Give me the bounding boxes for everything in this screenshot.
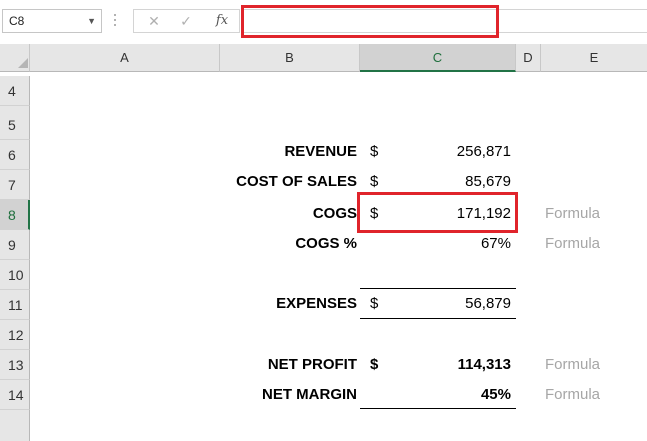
row-header-14[interactable]: 14 [0,380,30,410]
cell-c13-currency[interactable]: $ [370,350,378,380]
cell-border-bottom-c14 [360,408,516,409]
cell-c14-net-margin-value[interactable]: 45% [481,380,511,410]
row-header-11[interactable]: 11 [0,290,30,320]
row-header-9[interactable]: 9 [0,230,30,260]
cell-border-bottom-c11 [360,318,516,319]
cell-c13-net-profit-value[interactable]: 114,313 [458,350,511,380]
row-header-4[interactable]: 4 [0,76,30,106]
column-header-c[interactable]: C [360,44,516,72]
cell-b8-cogs-label[interactable]: COGS [313,199,357,229]
cell-b6-revenue-label[interactable]: REVENUE [284,137,357,167]
select-all-icon [18,58,28,68]
row-header-10[interactable]: 10 [0,260,30,290]
insert-function-icon[interactable]: fx [210,11,234,31]
name-box[interactable]: C8 ▼ [2,9,102,33]
cell-e8-note[interactable]: Formula [545,199,600,229]
row-header-12[interactable]: 12 [0,320,30,350]
formula-buttons: ✕ ✓ fx [133,9,240,33]
cell-b11-expenses-label[interactable]: EXPENSES [276,289,357,319]
column-header-e[interactable]: E [541,44,647,72]
cell-e14-note[interactable]: Formula [545,380,600,410]
formula-bar: C8 ▼ ✕ ✓ fx [0,0,647,44]
formula-bar-grip[interactable] [113,14,117,28]
column-header-d[interactable]: D [516,44,541,72]
chevron-down-icon[interactable]: ▼ [87,10,96,32]
cell-c11-expenses-value[interactable]: 56,879 [465,289,511,319]
column-header-b[interactable]: B [220,44,360,72]
cell-e9-note[interactable]: Formula [545,229,600,259]
row-header-15[interactable] [0,410,30,441]
cell-b7-cost-of-sales-label[interactable]: COST OF SALES [236,167,357,197]
row-header-6[interactable]: 6 [0,140,30,170]
selected-cell-highlight [357,192,518,233]
cell-b9-cogs-pct-label[interactable]: COGS % [295,229,357,259]
cell-e13-note[interactable]: Formula [545,350,600,380]
cell-b13-net-profit-label[interactable]: NET PROFIT [268,350,357,380]
cell-b14-net-margin-label[interactable]: NET MARGIN [262,380,357,410]
row-header-8[interactable]: 8 [0,200,30,230]
cell-c6-currency[interactable]: $ [370,137,378,167]
formula-highlight-box [241,5,499,38]
column-header-a[interactable]: A [30,44,220,72]
row-header-7[interactable]: 7 [0,170,30,200]
name-box-value: C8 [9,14,25,28]
row-header-5[interactable]: 5 [0,110,30,140]
cancel-icon[interactable]: ✕ [144,11,164,31]
enter-icon[interactable]: ✓ [176,11,196,31]
cell-c9-cogs-pct-value[interactable]: 67% [481,229,511,259]
row-header-13[interactable]: 13 [0,350,30,380]
cell-c6-revenue-value[interactable]: 256,871 [457,137,511,167]
cell-c11-currency[interactable]: $ [370,289,378,319]
